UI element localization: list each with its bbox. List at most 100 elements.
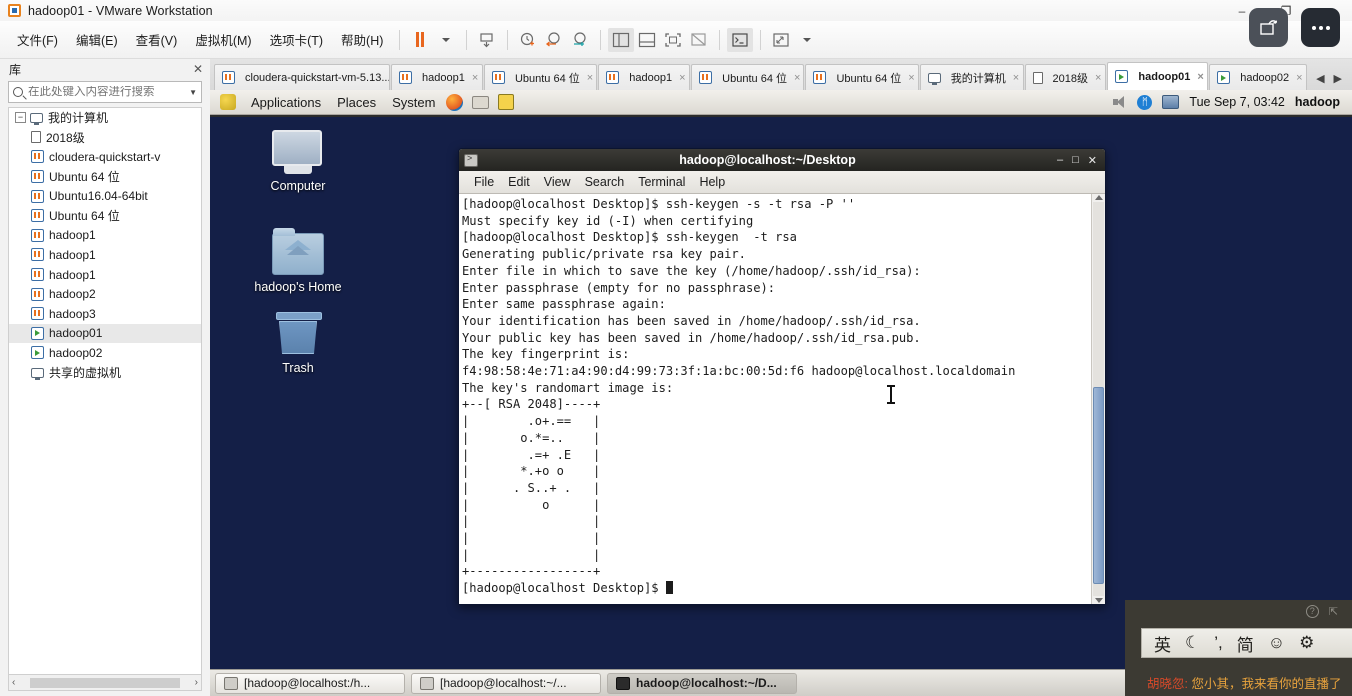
vm-tab[interactable]: Ubuntu 64 位 ×: [691, 64, 805, 90]
terminal-menu-search[interactable]: Search: [578, 173, 632, 191]
ime-toolbar[interactable]: 英 ☾ ’, 简 ☺ ⚙: [1141, 628, 1352, 658]
library-tree-item[interactable]: − 我的计算机: [9, 108, 201, 128]
scroll-down-arrow-icon[interactable]: [1094, 598, 1103, 603]
tab-close-icon[interactable]: ×: [794, 72, 800, 84]
suspend-button[interactable]: [407, 28, 433, 52]
unity-mode-button[interactable]: [686, 28, 712, 52]
vm-tab[interactable]: 2018级 ×: [1024, 64, 1107, 90]
scroll-up-arrow-icon[interactable]: [1094, 195, 1103, 200]
taskbar-button[interactable]: [hadoop@localhost:~/...: [411, 672, 601, 694]
menu-vm[interactable]: 虚拟机(M): [186, 26, 260, 53]
tab-close-icon[interactable]: ×: [472, 72, 478, 84]
tab-close-icon[interactable]: ×: [587, 72, 593, 84]
ime-lang-english[interactable]: 英: [1154, 631, 1171, 656]
terminal-body[interactable]: [hadoop@localhost Desktop]$ ssh-keygen -…: [459, 194, 1105, 604]
tab-close-icon[interactable]: ×: [1095, 72, 1101, 84]
bluetooth-icon[interactable]: ᛗ: [1137, 94, 1153, 110]
console-view-button[interactable]: [727, 27, 754, 52]
send-key-button[interactable]: [1249, 8, 1288, 47]
library-tree-item[interactable]: Ubuntu16.04-64bit: [9, 186, 201, 206]
ime-simplified-chinese[interactable]: 简: [1237, 631, 1254, 656]
search-dropdown-caret-icon[interactable]: ▼: [189, 88, 197, 97]
tab-close-icon[interactable]: ×: [1013, 72, 1019, 84]
terminal-close-button[interactable]: ✕: [1088, 154, 1097, 167]
help-icon[interactable]: ?: [1305, 604, 1319, 618]
gnome-menu-applications[interactable]: Applications: [243, 93, 329, 112]
scrollbar-thumb[interactable]: [1093, 387, 1104, 585]
library-tree-item[interactable]: hadoop02: [9, 343, 201, 363]
vm-tab[interactable]: 我的计算机 ×: [919, 64, 1024, 90]
taskbar-button-active[interactable]: hadoop@localhost:~/D...: [607, 672, 797, 694]
desktop-icon-home[interactable]: hadoop's Home: [244, 228, 352, 294]
notes-launcher-icon[interactable]: [498, 92, 518, 112]
vm-tab-active[interactable]: hadoop01 ×: [1107, 62, 1209, 90]
tab-prev-icon[interactable]: ◀: [1316, 72, 1324, 85]
network-icon[interactable]: [1162, 95, 1180, 109]
desktop-icon-computer[interactable]: Computer: [244, 130, 352, 193]
library-search-box[interactable]: ▼: [8, 81, 202, 103]
ime-punctuation-icon[interactable]: ’,: [1214, 633, 1223, 653]
menu-edit[interactable]: 编辑(E): [67, 26, 127, 53]
gnome-menu-places[interactable]: Places: [329, 93, 384, 112]
clock[interactable]: Tue Sep 7, 03:42: [1189, 95, 1284, 109]
power-dropdown-button[interactable]: [433, 28, 459, 52]
desktop-icon-trash[interactable]: Trash: [244, 312, 352, 375]
tab-close-icon[interactable]: ×: [679, 72, 685, 84]
vm-tab[interactable]: hadoop02 ×: [1209, 64, 1308, 90]
terminal-maximize-button[interactable]: □: [1072, 154, 1079, 167]
library-tree-item[interactable]: Ubuntu 64 位: [9, 206, 201, 226]
library-tree-item[interactable]: 2018级: [9, 128, 201, 148]
library-tree-item[interactable]: cloudera-quickstart-v: [9, 147, 201, 167]
tab-next-icon[interactable]: ▶: [1334, 72, 1342, 85]
scroll-left-arrow-icon[interactable]: ‹: [12, 677, 15, 688]
gnome-menu-system[interactable]: System: [384, 93, 443, 112]
vm-tab[interactable]: cloudera-quickstart-vm-5.13....×: [214, 64, 390, 90]
terminal-menu-help[interactable]: Help: [692, 173, 732, 191]
library-tree-item[interactable]: hadoop1: [9, 226, 201, 246]
library-tree-item[interactable]: hadoop2: [9, 284, 201, 304]
library-tree-item[interactable]: 共享的虚拟机: [9, 363, 201, 383]
menu-file[interactable]: 文件(F): [8, 26, 67, 53]
take-snapshot-button[interactable]: [515, 28, 541, 52]
ime-settings-icon[interactable]: ⚙: [1299, 633, 1314, 653]
stretch-view-button[interactable]: [768, 28, 794, 52]
vm-tab[interactable]: Ubuntu 64 位 ×: [805, 64, 919, 90]
mail-launcher-icon[interactable]: [472, 92, 492, 112]
tab-close-icon[interactable]: ×: [908, 72, 914, 84]
menu-help[interactable]: 帮助(H): [332, 26, 392, 53]
library-tree-item[interactable]: Ubuntu 64 位: [9, 167, 201, 187]
volume-icon[interactable]: [1113, 95, 1127, 109]
terminal-output[interactable]: [hadoop@localhost Desktop]$ ssh-keygen -…: [459, 194, 1091, 604]
pin-icon[interactable]: ⇱: [1329, 605, 1338, 618]
menu-tabs[interactable]: 选项卡(T): [261, 26, 332, 53]
user-menu[interactable]: hadoop: [1295, 95, 1340, 109]
scrollbar-track[interactable]: [1093, 202, 1104, 596]
show-library-button[interactable]: [608, 27, 635, 52]
scroll-right-arrow-icon[interactable]: ›: [195, 677, 198, 688]
library-close-icon[interactable]: ✕: [193, 62, 203, 76]
terminal-menu-view[interactable]: View: [537, 173, 578, 191]
manage-snapshots-button[interactable]: [567, 28, 593, 52]
ime-emoji-icon[interactable]: ☺: [1268, 633, 1285, 653]
scrollbar-thumb[interactable]: [30, 677, 180, 688]
view-dropdown-button[interactable]: [794, 28, 820, 52]
ime-moon-icon[interactable]: ☾: [1185, 633, 1200, 653]
menu-view[interactable]: 查看(V): [127, 26, 187, 53]
vm-tab[interactable]: hadoop1 ×: [598, 64, 691, 90]
vm-tab[interactable]: Ubuntu 64 位 ×: [483, 64, 598, 90]
tree-expander-icon[interactable]: −: [15, 112, 26, 124]
vm-tab[interactable]: hadoop1 ×: [391, 64, 483, 90]
library-tree-item[interactable]: hadoop01: [9, 323, 201, 344]
library-tree-item[interactable]: hadoop3: [9, 304, 201, 324]
firefox-launcher-icon[interactable]: [446, 92, 466, 112]
tab-close-icon[interactable]: ×: [1197, 71, 1203, 83]
terminal-menu-file[interactable]: File: [467, 173, 501, 191]
terminal-minimize-button[interactable]: –: [1057, 154, 1063, 167]
taskbar-button[interactable]: [hadoop@localhost:/h...: [215, 672, 405, 694]
terminal-window[interactable]: hadoop@localhost:~/Desktop – □ ✕ File Ed…: [458, 148, 1106, 605]
terminal-scrollbar[interactable]: [1091, 194, 1105, 604]
tab-close-icon[interactable]: ×: [1296, 72, 1302, 84]
show-thumbnail-bar-button[interactable]: [634, 28, 660, 52]
terminal-menu-edit[interactable]: Edit: [501, 173, 537, 191]
more-options-button[interactable]: [1301, 8, 1340, 47]
